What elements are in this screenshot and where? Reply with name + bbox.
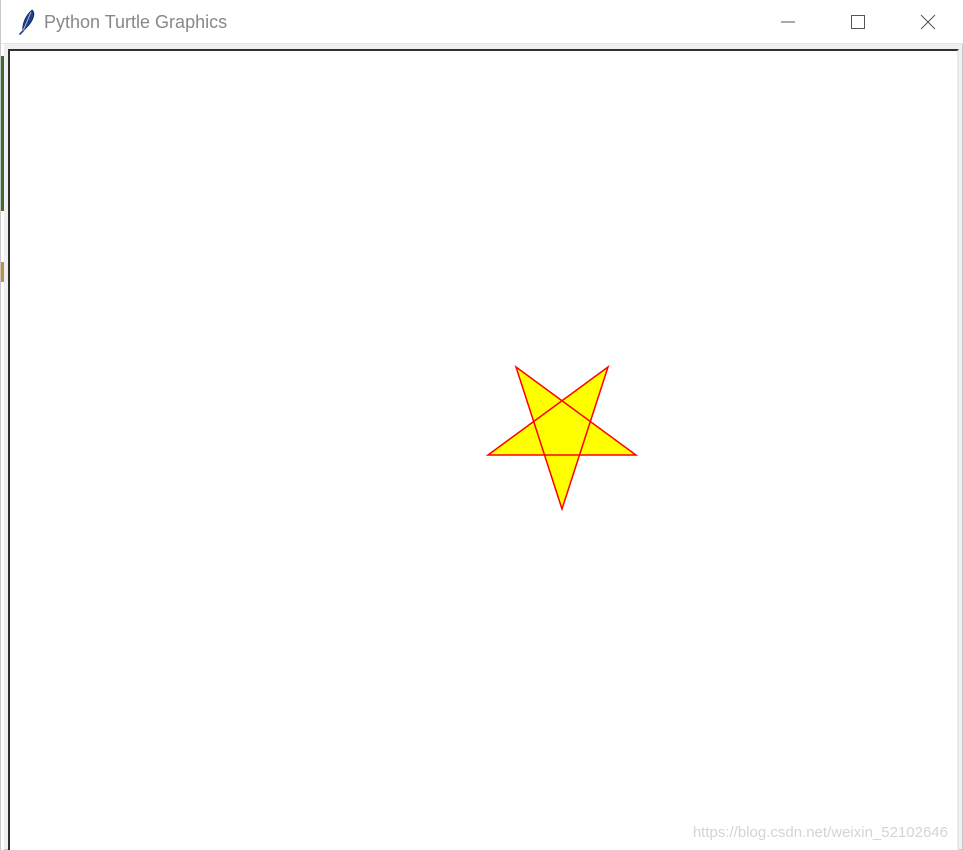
watermark-text: https://blog.csdn.net/weixin_52102646 bbox=[692, 824, 948, 841]
turtle-canvas[interactable]: https://blog.csdn.net/weixin_52102646 bbox=[8, 49, 959, 850]
window-title: Python Turtle Graphics bbox=[44, 12, 228, 32]
minimize-button[interactable] bbox=[753, 0, 823, 44]
title-bar[interactable]: Python Turtle Graphics bbox=[1, 0, 963, 44]
background-window-edge bbox=[1, 0, 4, 850]
star-shape bbox=[485, 365, 639, 512]
feather-icon bbox=[17, 9, 37, 35]
close-icon bbox=[920, 14, 936, 30]
close-button[interactable] bbox=[893, 0, 963, 44]
minimize-icon bbox=[781, 21, 795, 23]
turtle-window: Python Turtle Graphics https://blog.csdn… bbox=[0, 0, 963, 850]
canvas-drawing bbox=[485, 365, 639, 512]
maximize-button[interactable] bbox=[823, 0, 893, 44]
maximize-icon bbox=[851, 15, 865, 29]
